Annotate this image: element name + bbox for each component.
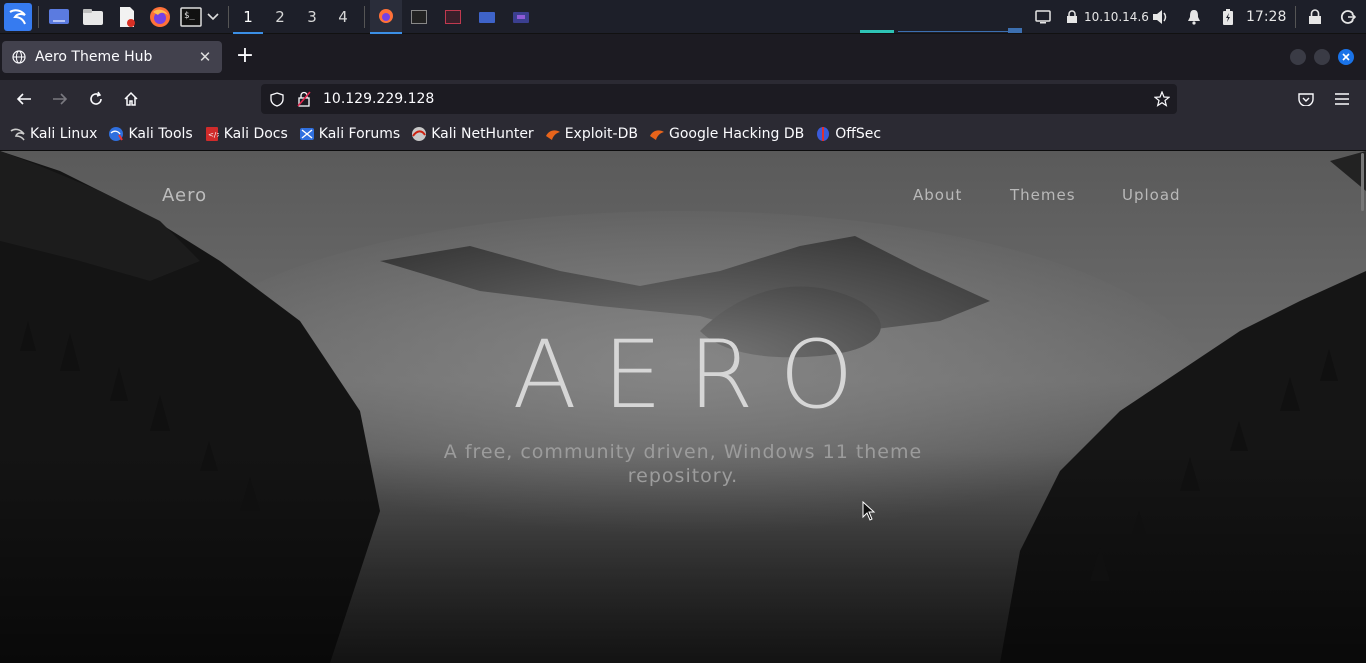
clock-time: 17:28 [1246, 9, 1287, 25]
hamburger-menu-icon [1335, 93, 1349, 105]
bookmark-label: OffSec [835, 126, 882, 142]
panel-separator [228, 6, 229, 28]
ghdb-icon [649, 126, 665, 142]
workspace-4[interactable]: 4 [328, 0, 358, 34]
vpn-status[interactable]: 10.10.14.6 [1065, 0, 1149, 34]
taskbar-folder-window[interactable] [475, 5, 499, 29]
bookmarks-toolbar: Kali Linux Kali Tools </> Kali Docs Kali… [0, 118, 1366, 151]
globe-icon [12, 50, 26, 64]
offsec-icon [815, 126, 831, 142]
logout-icon[interactable] [1336, 5, 1360, 29]
bookmark-label: Exploit-DB [564, 126, 638, 142]
bookmark-label: Kali Tools [128, 126, 193, 142]
bookmark-kali-nethunter[interactable]: Kali NetHunter [411, 126, 534, 142]
browser-tab[interactable]: Aero Theme Hub ✕ [2, 41, 222, 73]
tab-close-icon[interactable]: ✕ [194, 48, 216, 66]
taskbar-firefox-window[interactable] [370, 0, 402, 34]
pocket-button[interactable] [1292, 85, 1320, 113]
bookmark-label: Kali Linux [30, 126, 98, 142]
bookmark-google-hacking-db[interactable]: Google Hacking DB [649, 126, 804, 142]
bookmark-kali-tools[interactable]: Kali Tools [108, 126, 193, 142]
bookmark-label: Kali Forums [318, 126, 401, 142]
back-arrow-icon [16, 93, 31, 105]
nav-link-themes[interactable]: Themes [1010, 186, 1076, 204]
firefox-icon[interactable] [148, 5, 172, 29]
svg-text:</>: </> [208, 131, 219, 139]
shield-icon[interactable] [270, 92, 284, 107]
minimize-window-button[interactable] [1290, 49, 1306, 65]
top-panel: $_ 1 2 3 4 10.10.14.6 17:28 [0, 0, 1366, 34]
url-bar[interactable]: 10.129.229.128 [261, 84, 1177, 114]
home-icon [124, 91, 138, 106]
workspace-3[interactable]: 3 [297, 0, 327, 34]
bookmark-label: Google Hacking DB [668, 126, 805, 142]
display-icon[interactable] [1031, 5, 1055, 29]
taskbar-terminal-window[interactable] [407, 5, 431, 29]
workspace-1[interactable]: 1 [233, 0, 263, 34]
reload-button[interactable] [82, 85, 110, 113]
forward-button[interactable] [46, 85, 74, 113]
back-button[interactable] [10, 85, 38, 113]
maximize-window-button[interactable] [1314, 49, 1330, 65]
nav-link-about[interactable]: About [913, 186, 962, 204]
navigation-toolbar: 10.129.229.128 [0, 80, 1366, 118]
volume-icon[interactable] [1148, 5, 1172, 29]
lock-screen-icon[interactable] [1303, 5, 1327, 29]
notification-bell-icon[interactable] [1182, 5, 1206, 29]
panel-separator [364, 6, 365, 28]
page-scrollbar[interactable] [1361, 153, 1364, 211]
bookmark-exploit-db[interactable]: Exploit-DB [545, 126, 638, 142]
kali-icon [10, 126, 26, 142]
file-manager-icon[interactable] [81, 5, 105, 29]
app-menu-button[interactable] [1328, 85, 1356, 113]
bookmark-label: Kali NetHunter [431, 126, 534, 142]
reload-icon [90, 91, 102, 105]
text-editor-icon[interactable] [115, 5, 139, 29]
bookmark-kali-docs[interactable]: </> Kali Docs [204, 126, 288, 142]
panel-separator [38, 6, 39, 28]
mouse-cursor-icon [862, 501, 876, 521]
clock[interactable]: 17:28 [1246, 0, 1286, 34]
hero-title: AERO [512, 321, 880, 430]
kali-menu-icon[interactable] [4, 3, 32, 31]
tab-strip: Aero Theme Hub ✕ + [0, 34, 1366, 80]
exploit-db-icon [545, 126, 561, 142]
terminal-icon[interactable]: $_ [179, 5, 203, 29]
page-viewport: Aero About Themes Upload AERO A free, co… [0, 151, 1366, 663]
panel-separator [1295, 6, 1296, 28]
show-desktop-icon[interactable] [47, 5, 71, 29]
nethunter-icon [411, 126, 427, 142]
bookmark-label: Kali Docs [223, 126, 288, 142]
lock-icon [1067, 10, 1077, 23]
close-icon [1342, 53, 1350, 61]
battery-icon[interactable] [1216, 5, 1240, 29]
workspace-2[interactable]: 2 [265, 0, 295, 34]
home-button[interactable] [117, 85, 145, 113]
forward-arrow-icon [53, 93, 68, 105]
bookmark-kali-linux[interactable]: Kali Linux [10, 126, 97, 142]
chevron-down-icon[interactable] [205, 5, 221, 29]
kali-docs-icon: </> [204, 126, 220, 142]
kali-forums-icon [299, 126, 315, 142]
nav-link-upload[interactable]: Upload [1122, 186, 1181, 204]
pocket-icon [1298, 93, 1314, 106]
site-logo[interactable]: Aero [162, 185, 207, 206]
hero-subtitle: A free, community driven, Windows 11 the… [443, 441, 923, 487]
bookmark-star-icon[interactable] [1154, 91, 1170, 107]
insecure-lock-icon[interactable] [297, 91, 311, 107]
bookmark-offsec[interactable]: OffSec [815, 126, 881, 142]
tab-title: Aero Theme Hub [35, 49, 153, 65]
new-tab-button[interactable]: + [233, 45, 257, 69]
taskbar-app-window-2[interactable] [509, 5, 533, 29]
kali-tools-icon [108, 126, 124, 142]
ip-address: 10.10.14.6 [1084, 10, 1149, 24]
close-window-button[interactable] [1338, 49, 1354, 65]
taskbar-app-window[interactable] [441, 5, 465, 29]
bookmark-kali-forums[interactable]: Kali Forums [299, 126, 400, 142]
url-text[interactable]: 10.129.229.128 [323, 84, 434, 114]
svg-text:$_: $_ [184, 11, 195, 21]
